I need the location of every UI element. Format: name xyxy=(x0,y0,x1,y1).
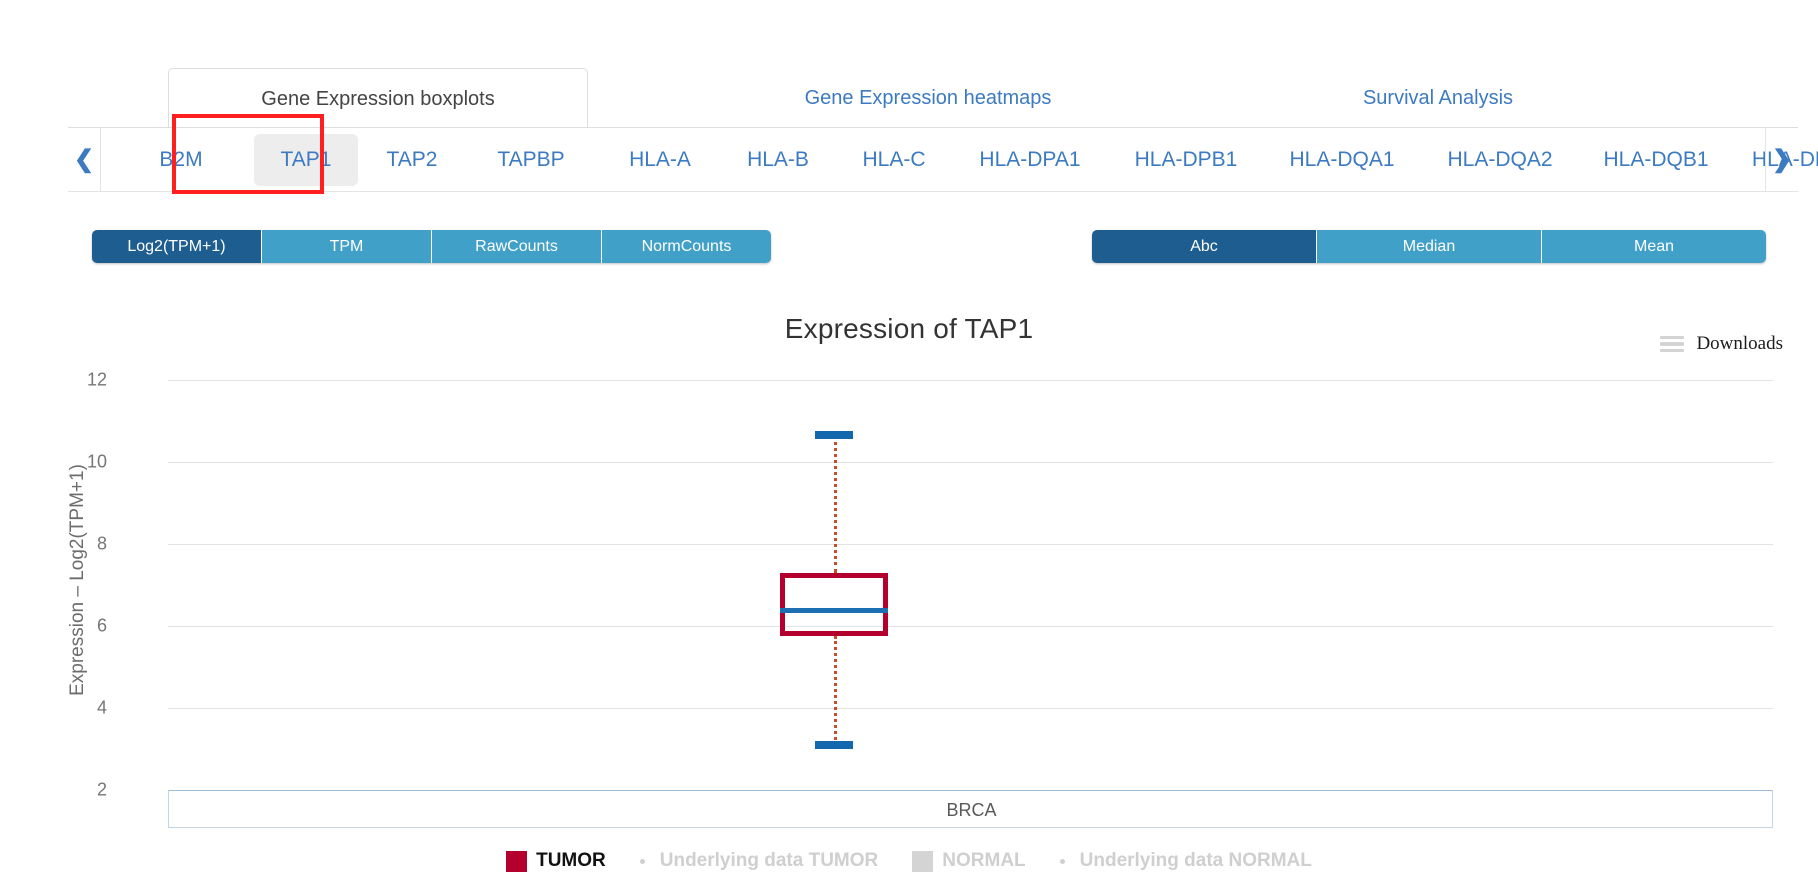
legend-swatch-dot xyxy=(639,858,645,864)
chevron-right-icon[interactable]: ❯ xyxy=(1765,128,1798,192)
gene-tab-hla-dpa1[interactable]: HLA-DPA1 xyxy=(940,134,1120,186)
gene-tab-label: HLA-A xyxy=(629,148,691,171)
view-tabs: Gene Expression boxplots Gene Expression… xyxy=(68,68,1798,128)
chart-legend: TUMOR Underlying data TUMOR NORMAL Under… xyxy=(0,850,1818,872)
tab-label: Survival Analysis xyxy=(1362,87,1514,109)
gridline xyxy=(168,626,1773,627)
boxplot-upper-cap xyxy=(815,431,854,440)
gene-tab-hla-b[interactable]: HLA-B xyxy=(716,134,840,186)
gene-tab-hla-a[interactable]: HLA-A xyxy=(598,134,722,186)
tab-gene-expression-boxplots[interactable]: Gene Expression boxplots xyxy=(168,68,588,128)
tab-survival-analysis[interactable]: Survival Analysis xyxy=(1278,68,1598,128)
gene-nav-bar: ❮ B2M TAP1 TAP2 TAPBP HLA-A HLA-B HLA-C … xyxy=(68,128,1818,192)
boxplot-canvas: 12 10 8 6 4 2 xyxy=(87,370,1773,800)
y-tick-label: 2 xyxy=(96,779,107,800)
gene-tab-label: HLA-DQA2 xyxy=(1447,148,1553,171)
y-tick-label: 10 xyxy=(86,451,107,472)
gene-tab-label: B2M xyxy=(159,148,203,171)
gene-tab-hla-dpb1[interactable]: HLA-DPB1 xyxy=(1096,134,1276,186)
gene-tab-label: HLA-DQA1 xyxy=(1289,148,1395,171)
y-axis-label: Expression – Log2(TPM+1) xyxy=(67,464,88,696)
gridline xyxy=(168,544,1773,545)
units-option-log2tpm1[interactable]: Log2(TPM+1) xyxy=(92,230,262,263)
gene-tab-tapbp[interactable]: TAPBP xyxy=(468,134,594,186)
sort-option-median[interactable]: Median xyxy=(1317,230,1542,263)
gene-tab-label: TAP1 xyxy=(280,148,332,171)
legend-item-underlying-data-normal[interactable]: Underlying data NORMAL xyxy=(1059,850,1312,872)
chart-title: Expression of TAP1 xyxy=(784,313,1034,344)
boxplot-lower-cap xyxy=(815,740,854,749)
sort-option-mean[interactable]: Mean xyxy=(1542,230,1766,263)
gridline xyxy=(168,708,1773,709)
gene-tab-label: TAP2 xyxy=(386,148,438,171)
hamburger-menu-icon xyxy=(1660,335,1685,353)
chevron-left-icon[interactable]: ❮ xyxy=(68,128,101,192)
gene-tab-label: HLA-C xyxy=(862,148,926,171)
y-tick-label: 4 xyxy=(96,697,107,718)
legend-item-tumor[interactable]: TUMOR xyxy=(506,850,606,872)
x-tick-label-brca: BRCA xyxy=(946,800,997,820)
legend-item-underlying-data-tumor[interactable]: Underlying data TUMOR xyxy=(639,850,879,872)
units-option-rawcounts[interactable]: RawCounts xyxy=(432,230,602,263)
units-option-normcounts[interactable]: NormCounts xyxy=(602,230,771,263)
app-root: Gene Expression boxplots Gene Expression… xyxy=(0,0,1818,882)
tab-gene-expression-heatmaps[interactable]: Gene Expression heatmaps xyxy=(718,68,1138,128)
gene-tab-tap1[interactable]: TAP1 xyxy=(254,134,358,186)
gene-tab-hla-dqa2[interactable]: HLA-DQA2 xyxy=(1410,134,1590,186)
gene-tab-label: HLA-DQB1 xyxy=(1603,148,1709,171)
tab-label: Gene Expression boxplots xyxy=(261,88,495,110)
boxplot-upper-whisker xyxy=(834,435,838,573)
gene-tab-hla-dqa1[interactable]: HLA-DQA1 xyxy=(1252,134,1432,186)
boxplot-lower-whisker xyxy=(834,636,838,745)
gene-tab-b2m[interactable]: B2M xyxy=(126,134,236,186)
sort-option-abc[interactable]: Abc xyxy=(1092,230,1317,263)
gridline xyxy=(168,380,1773,381)
legend-label: TUMOR xyxy=(536,850,606,871)
downloads-label: Downloads xyxy=(1696,333,1783,354)
downloads-button[interactable]: Downloads xyxy=(1660,333,1783,355)
tab-label: Gene Expression heatmaps xyxy=(804,87,1052,109)
legend-swatch-dot xyxy=(1059,858,1065,864)
x-axis-panel: BRCA xyxy=(168,790,1773,828)
boxplot-median-line xyxy=(780,607,889,613)
gene-tab-tap2[interactable]: TAP2 xyxy=(358,134,466,186)
gene-tab-label: TAPBP xyxy=(497,148,565,171)
legend-swatch-square xyxy=(506,850,528,872)
units-toggle-group: Log2(TPM+1) TPM RawCounts NormCounts xyxy=(92,230,771,263)
sort-toggle-group: Abc Median Mean xyxy=(1092,230,1766,263)
legend-item-normal[interactable]: NORMAL xyxy=(912,850,1026,872)
boxplot-iqr-box xyxy=(780,572,889,637)
gridline xyxy=(168,462,1773,463)
legend-swatch-square xyxy=(912,850,934,872)
y-tick-label: 6 xyxy=(96,615,107,636)
gene-tab-hla-c[interactable]: HLA-C xyxy=(832,134,956,186)
legend-label: Underlying data TUMOR xyxy=(659,850,879,871)
gene-tab-label: HLA-DPB1 xyxy=(1134,148,1238,171)
y-tick-label: 8 xyxy=(96,533,107,554)
legend-label: NORMAL xyxy=(942,850,1026,871)
units-option-tpm[interactable]: TPM xyxy=(262,230,432,263)
gene-tab-label: HLA-B xyxy=(747,148,809,171)
gene-tab-label: HLA-DPA1 xyxy=(979,148,1081,171)
y-tick-label: 12 xyxy=(86,369,107,390)
legend-label: Underlying data NORMAL xyxy=(1079,850,1312,871)
